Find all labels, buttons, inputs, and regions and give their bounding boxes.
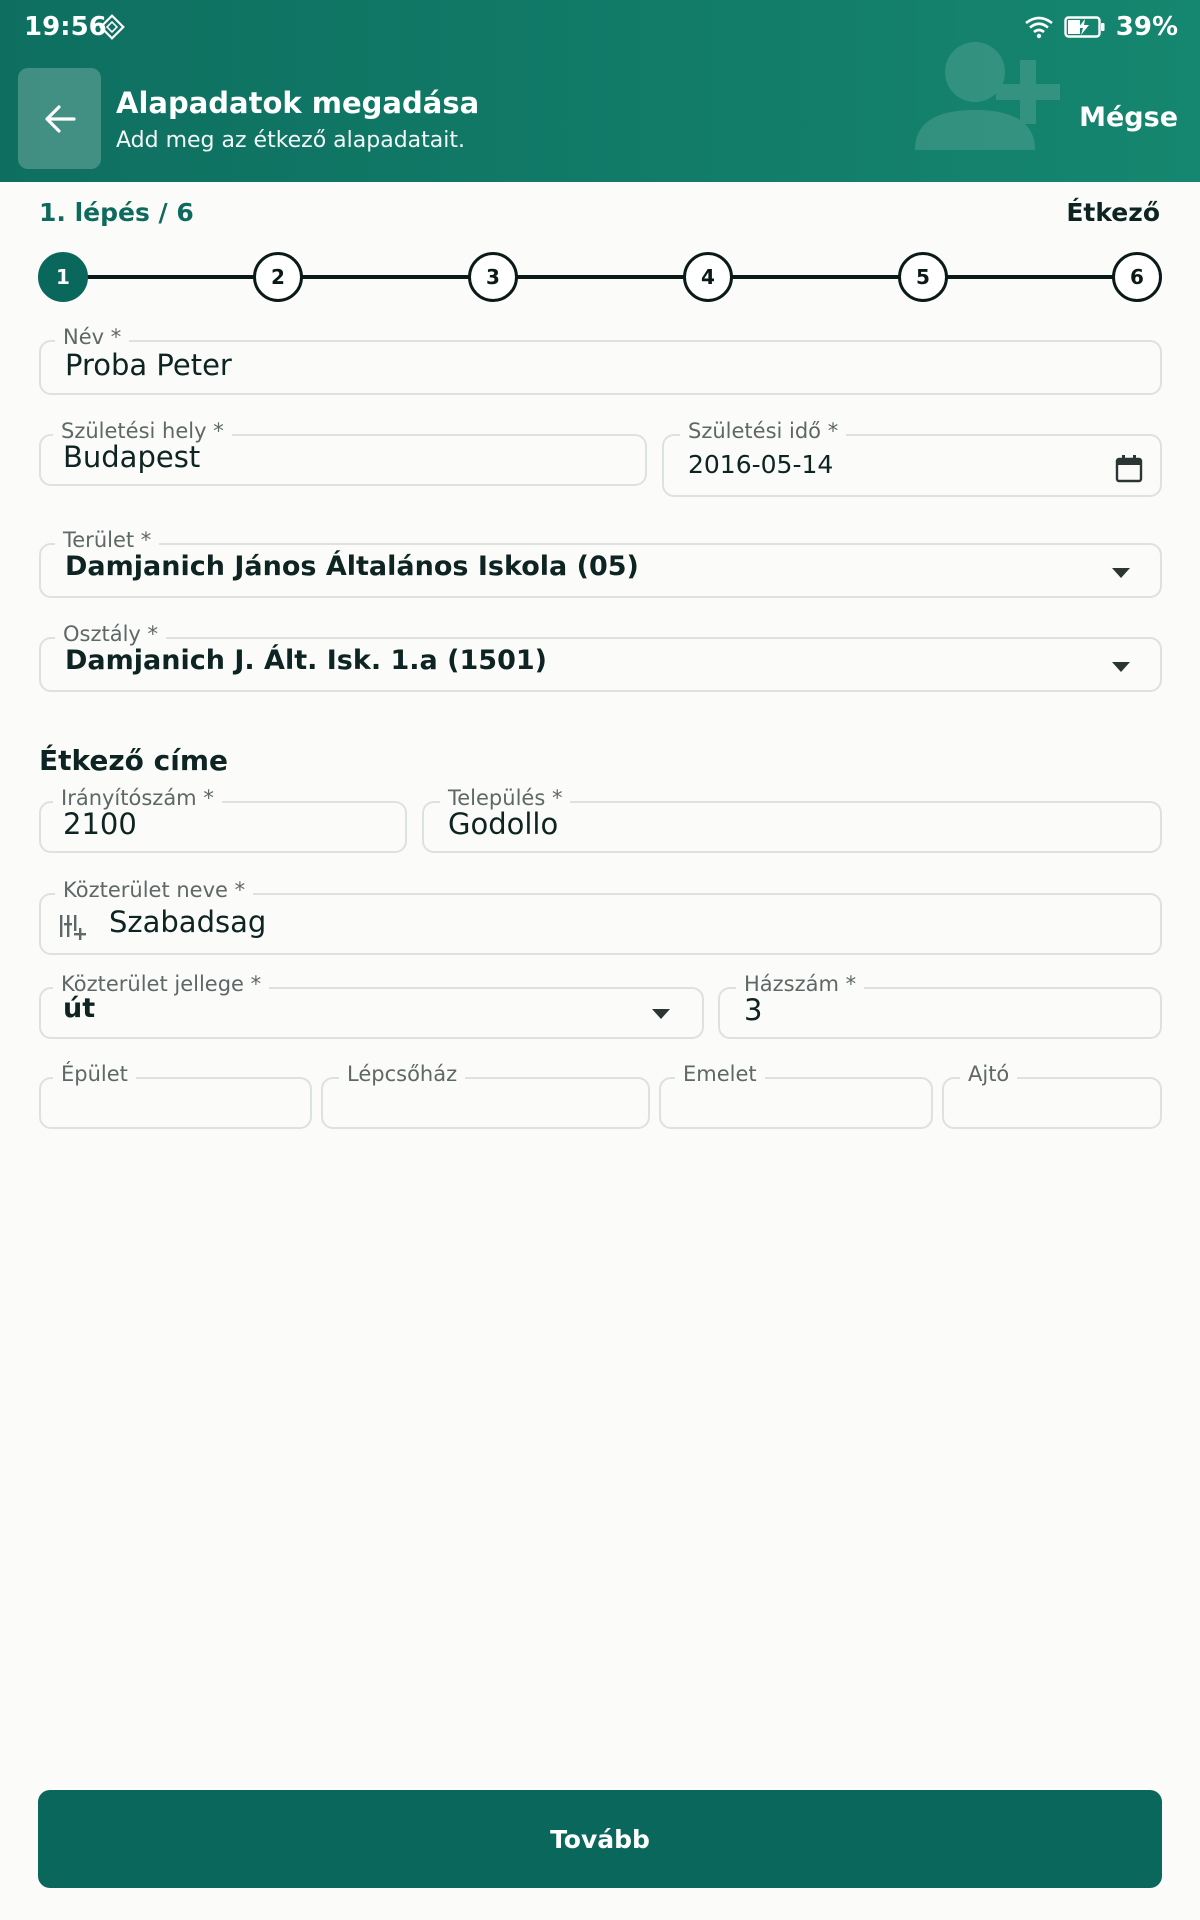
step-4: 4	[683, 252, 733, 302]
status-time: 19:56	[24, 12, 107, 42]
step-6: 6	[1112, 252, 1162, 302]
street-type-value: út	[63, 993, 96, 1024]
name-label: Név *	[55, 325, 130, 349]
add-user-icon	[915, 42, 1060, 150]
arrow-left-icon	[44, 104, 76, 133]
next-button[interactable]: Tovább	[38, 1790, 1162, 1888]
area-select[interactable]: Terület * Damjanich János Általános Isko…	[39, 528, 1162, 598]
street-name-field[interactable]: Közterület neve * Szabadsag	[39, 878, 1162, 955]
area-value: Damjanich János Általános Iskola (05)	[65, 551, 639, 582]
step-counter: 1. lépés / 6	[39, 198, 194, 227]
house-number-value: 3	[744, 993, 763, 1027]
address-section-title: Étkező címe	[39, 744, 229, 777]
area-label: Terület *	[55, 528, 160, 552]
class-value: Damjanich J. Ált. Isk. 1.a (1501)	[65, 645, 547, 676]
keyboard-options-icon[interactable]	[59, 914, 87, 940]
name-value: Proba Peter	[65, 348, 232, 382]
street-name-label: Közterület neve *	[55, 878, 254, 902]
app-header: 19:56 39% Alapadatok megadása Add meg az…	[0, 0, 1200, 182]
stepper-line	[63, 275, 1137, 279]
name-field[interactable]: Név * Proba Peter	[39, 325, 1162, 395]
street-name-value: Szabadsag	[109, 905, 267, 939]
diamond-app-icon	[99, 14, 125, 40]
zip-field[interactable]: Irányítószám * 2100	[39, 786, 407, 853]
house-number-field[interactable]: Házszám * 3	[718, 972, 1162, 1039]
step-1: 1	[38, 252, 88, 302]
step-name: Étkező	[1066, 198, 1160, 227]
page-subtitle: Add meg az étkező alapadatait.	[116, 128, 465, 153]
cancel-button[interactable]: Mégse	[1079, 102, 1178, 133]
door-field[interactable]: Ajtó	[942, 1062, 1162, 1129]
city-value: Godollo	[448, 807, 559, 841]
zip-value: 2100	[63, 807, 137, 841]
calendar-icon[interactable]	[1114, 454, 1144, 484]
step-5: 5	[898, 252, 948, 302]
class-label: Osztály *	[55, 622, 167, 646]
page-title: Alapadatok megadása	[116, 86, 480, 120]
floor-field[interactable]: Emelet	[659, 1062, 933, 1129]
chevron-down-icon	[652, 1009, 670, 1019]
birth-date-field[interactable]: Születési idő * 2016-05-14	[662, 419, 1162, 497]
chevron-down-icon	[1112, 662, 1130, 672]
back-button[interactable]	[18, 68, 101, 169]
staircase-label: Lépcsőház	[339, 1062, 466, 1086]
birth-date-label: Születési idő *	[680, 419, 847, 443]
birth-place-field[interactable]: Születési hely * Budapest	[39, 419, 647, 486]
chevron-down-icon	[1112, 568, 1130, 578]
birth-place-value: Budapest	[63, 440, 201, 474]
staircase-field[interactable]: Lépcsőház	[321, 1062, 650, 1129]
stepper: 1 2 3 4 5 6	[38, 252, 1162, 302]
door-label: Ajtó	[960, 1062, 1018, 1086]
floor-label: Emelet	[675, 1062, 765, 1086]
building-field[interactable]: Épület	[39, 1062, 312, 1129]
street-type-select[interactable]: Közterület jellege * út	[39, 972, 704, 1039]
city-field[interactable]: Település * Godollo	[422, 786, 1162, 853]
battery-percent: 39%	[1115, 12, 1178, 42]
class-select[interactable]: Osztály * Damjanich J. Ált. Isk. 1.a (15…	[39, 622, 1162, 692]
step-2: 2	[253, 252, 303, 302]
building-label: Épület	[53, 1062, 136, 1086]
birth-date-value: 2016-05-14	[688, 450, 834, 479]
step-3: 3	[468, 252, 518, 302]
